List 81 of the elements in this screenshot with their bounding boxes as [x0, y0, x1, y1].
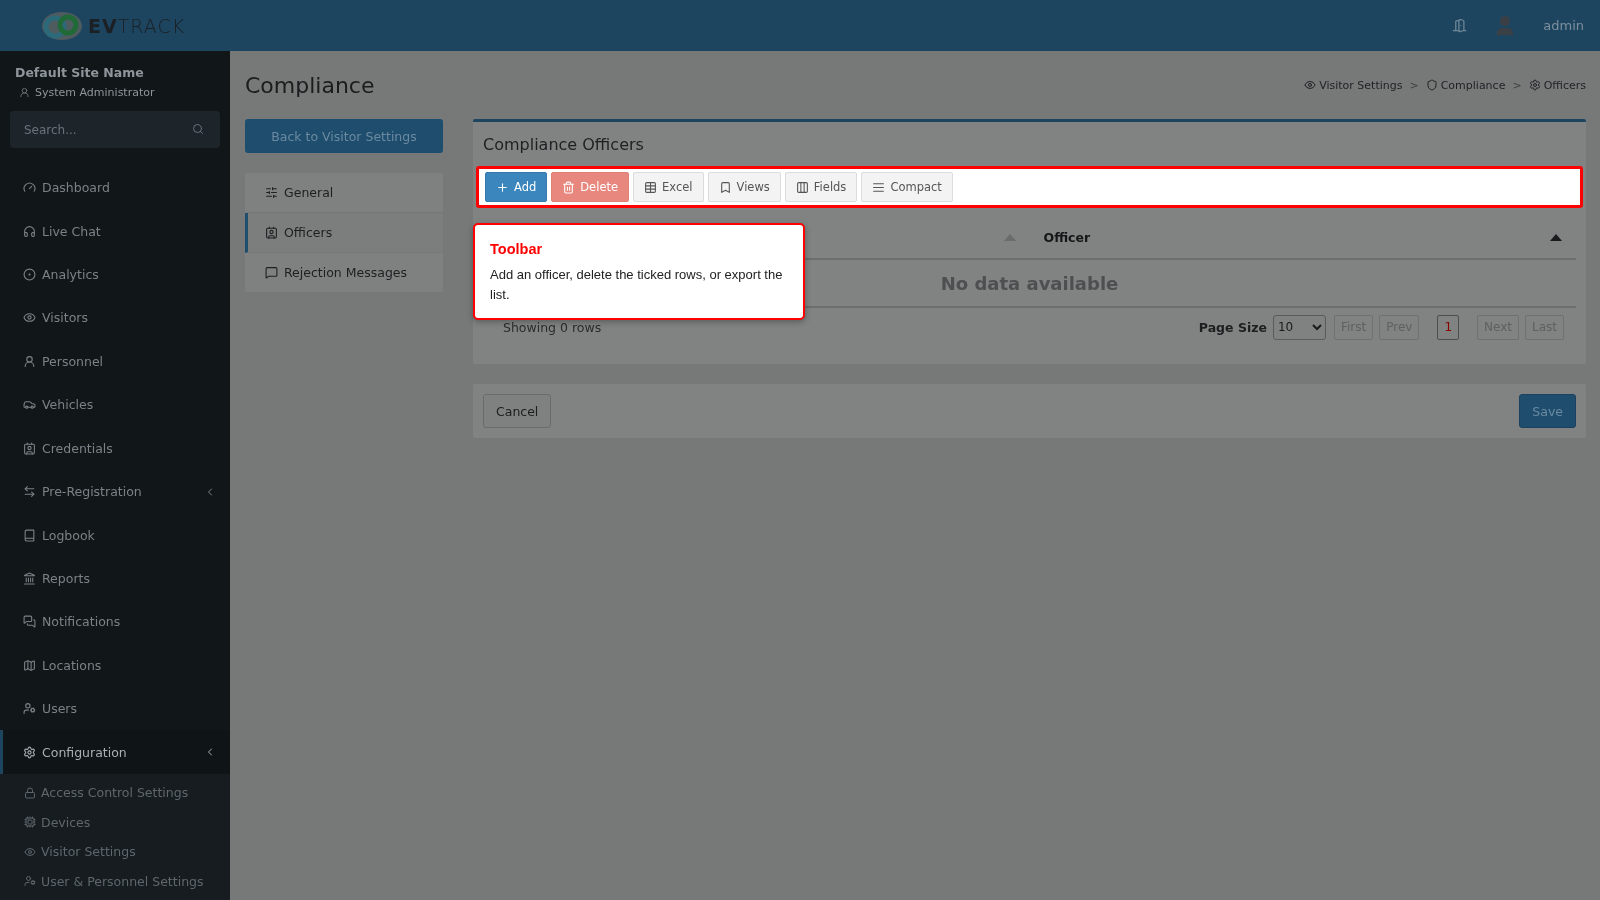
user-gear-icon	[24, 875, 36, 888]
breadcrumb-link[interactable]: Compliance	[1440, 78, 1506, 92]
tooltip-text: Add an officer, delete the ticked rows, or export the list.	[490, 266, 784, 304]
shield-icon	[1425, 79, 1438, 91]
menu-tab[interactable]: Rejection Messages	[245, 253, 443, 293]
page-size-label: Page Size	[1198, 319, 1267, 335]
submenu-item[interactable]: Devices	[0, 807, 230, 837]
row-count: Showing 0 rows	[503, 319, 602, 335]
breadcrumb-separator: >	[1409, 78, 1419, 92]
arrows-icon	[23, 485, 36, 499]
nav-item[interactable]: Personnel	[0, 339, 230, 384]
eye-icon	[24, 845, 36, 858]
save-button[interactable]: Save	[1519, 394, 1576, 428]
settings-icon	[23, 745, 36, 759]
sliders-icon	[265, 186, 278, 199]
book-icon	[23, 528, 36, 542]
site-name: Default Site Name	[15, 65, 145, 80]
search-icon	[192, 123, 204, 135]
trash-icon	[562, 180, 576, 194]
nav-item[interactable]: Visitors	[0, 296, 230, 340]
settings-icon	[1528, 79, 1541, 91]
nav-item[interactable]: Reports	[0, 556, 230, 601]
columns-icon	[795, 180, 809, 194]
user-name[interactable]: admin	[1543, 18, 1584, 33]
nav-item[interactable]: Vehicles	[0, 383, 230, 427]
nav-item[interactable]: Credentials	[0, 426, 230, 470]
logo-icon	[40, 9, 84, 42]
nav-item[interactable]: Locations	[0, 643, 230, 688]
toolbar-button[interactable]: Fields	[784, 172, 858, 202]
user-gear-icon	[23, 702, 36, 716]
door-icon	[1452, 18, 1468, 33]
submenu-item[interactable]: User & Personnel Settings	[0, 866, 230, 896]
eye-icon	[23, 311, 36, 325]
toolbar-button[interactable]: Views	[707, 172, 781, 202]
target-icon	[23, 268, 36, 282]
panel-title: Compliance Officers	[483, 133, 645, 156]
back-button[interactable]: Back to Visitor Settings	[245, 119, 443, 153]
plus-icon	[496, 180, 509, 194]
pager-button[interactable]: 1	[1437, 314, 1460, 340]
nav-item[interactable]: Analytics	[0, 252, 230, 297]
gauge-icon	[23, 181, 36, 195]
headset-icon	[23, 224, 36, 238]
user-role: System Administrator	[35, 86, 155, 99]
nav-item[interactable]: Users	[0, 687, 230, 731]
person-icon	[23, 354, 36, 368]
search-field[interactable]: Search...	[10, 111, 220, 148]
toolbar-button[interactable]: Excel	[633, 172, 704, 202]
bookmark-icon	[718, 180, 732, 194]
menu-icon	[872, 180, 886, 194]
chat-icon	[23, 615, 36, 629]
nav-item[interactable]: Pre-Registration	[0, 469, 230, 514]
nav-item[interactable]: Logbook	[0, 513, 230, 557]
submenu-item[interactable]: Visitor Settings	[0, 836, 230, 867]
chat-icon	[265, 266, 278, 279]
nav-item[interactable]: Dashboard	[0, 166, 230, 210]
table-icon	[644, 180, 658, 194]
person-icon	[19, 87, 30, 98]
id-card-icon	[23, 441, 36, 455]
logo-text: EVTRACK	[88, 14, 186, 37]
menu-tab[interactable]: Officers	[245, 213, 443, 253]
nav-item[interactable]: Live Chat	[0, 209, 230, 253]
breadcrumb-separator: >	[1512, 78, 1522, 92]
toolbar-button[interactable]: Compact	[861, 172, 953, 202]
page-title: Compliance	[245, 72, 375, 98]
submenu-item[interactable]: Access Control Settings	[0, 777, 230, 808]
toolbar-button[interactable]: Delete	[551, 172, 630, 202]
car-icon	[23, 398, 36, 412]
nav-item[interactable]: Notifications	[0, 600, 230, 644]
tooltip-title: Toolbar	[490, 241, 544, 257]
chip-icon	[24, 816, 36, 829]
toolbar-button[interactable]: Add	[485, 172, 548, 202]
map-icon	[23, 658, 36, 672]
column-header[interactable]: Officer	[1029, 229, 1576, 245]
eye-icon	[1304, 79, 1317, 91]
breadcrumb-link[interactable]: Visitor Settings	[1319, 78, 1403, 92]
lock-icon	[24, 786, 36, 799]
breadcrumb-link[interactable]: Officers	[1543, 78, 1586, 92]
sort-arrow-icon[interactable]	[1550, 233, 1562, 241]
page-size-select[interactable]: 10	[1272, 314, 1326, 340]
id-card-icon	[265, 226, 278, 239]
cancel-button[interactable]: Cancel	[483, 394, 552, 428]
